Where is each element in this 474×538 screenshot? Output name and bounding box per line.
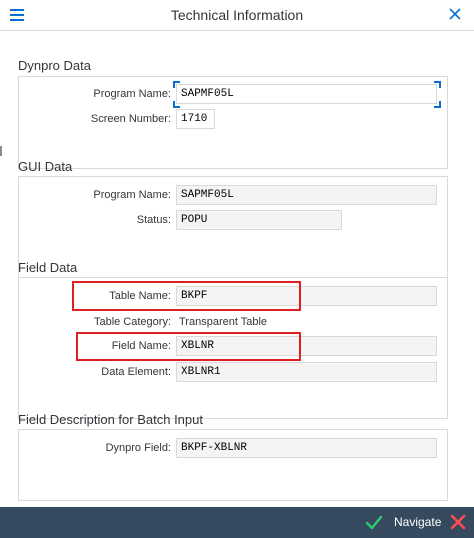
- batch-input-title: Field Description for Batch Input: [18, 412, 203, 427]
- focus-corner-tr: [434, 81, 441, 88]
- dynpro-field-label: Dynpro Field:: [105, 442, 171, 454]
- data-element-label: Data Element:: [101, 366, 171, 378]
- table-category-value: Transparent Table: [179, 316, 268, 328]
- field-name-highlight-box: [76, 332, 301, 361]
- checkmark-icon[interactable]: [364, 513, 384, 533]
- focus-corner-tl: [173, 81, 180, 88]
- window-title: Technical Information: [170, 7, 304, 23]
- table-category-label: Table Category:: [93, 316, 171, 328]
- title-bar: Technical Information: [0, 0, 474, 31]
- gui-program-name-label: Program Name:: [93, 189, 171, 201]
- data-element-field[interactable]: XBLNR1: [176, 362, 437, 382]
- navigate-button[interactable]: Navigate: [394, 515, 441, 529]
- dynpro-program-name-label: Program Name:: [93, 88, 171, 100]
- footer-toolbar: Navigate: [0, 507, 474, 538]
- status-label: Status:: [136, 214, 171, 226]
- table-name-highlight-box: [72, 281, 301, 311]
- dynpro-data-title: Dynpro Data: [18, 58, 91, 73]
- screen-number-field[interactable]: 1710: [176, 109, 215, 129]
- focus-corner-br: [434, 101, 441, 108]
- cancel-x-icon[interactable]: [449, 513, 467, 531]
- dynpro-program-name-field[interactable]: SAPMF05L: [176, 84, 437, 104]
- focus-corner-bl: [173, 101, 180, 108]
- screen-number-label: Screen Number:: [90, 113, 171, 125]
- dynpro-field-field[interactable]: BKPF-XBLNR: [176, 438, 437, 458]
- close-icon[interactable]: [448, 6, 462, 22]
- field-data-title: Field Data: [18, 260, 78, 275]
- status-field[interactable]: POPU: [176, 210, 342, 230]
- gui-data-title: GUI Data: [18, 159, 73, 174]
- scroll-edge-marker: [0, 146, 2, 156]
- dialog-content: Dynpro Data Program Name: SAPMF05L Scree…: [0, 31, 474, 507]
- gui-program-name-field[interactable]: SAPMF05L: [176, 185, 437, 205]
